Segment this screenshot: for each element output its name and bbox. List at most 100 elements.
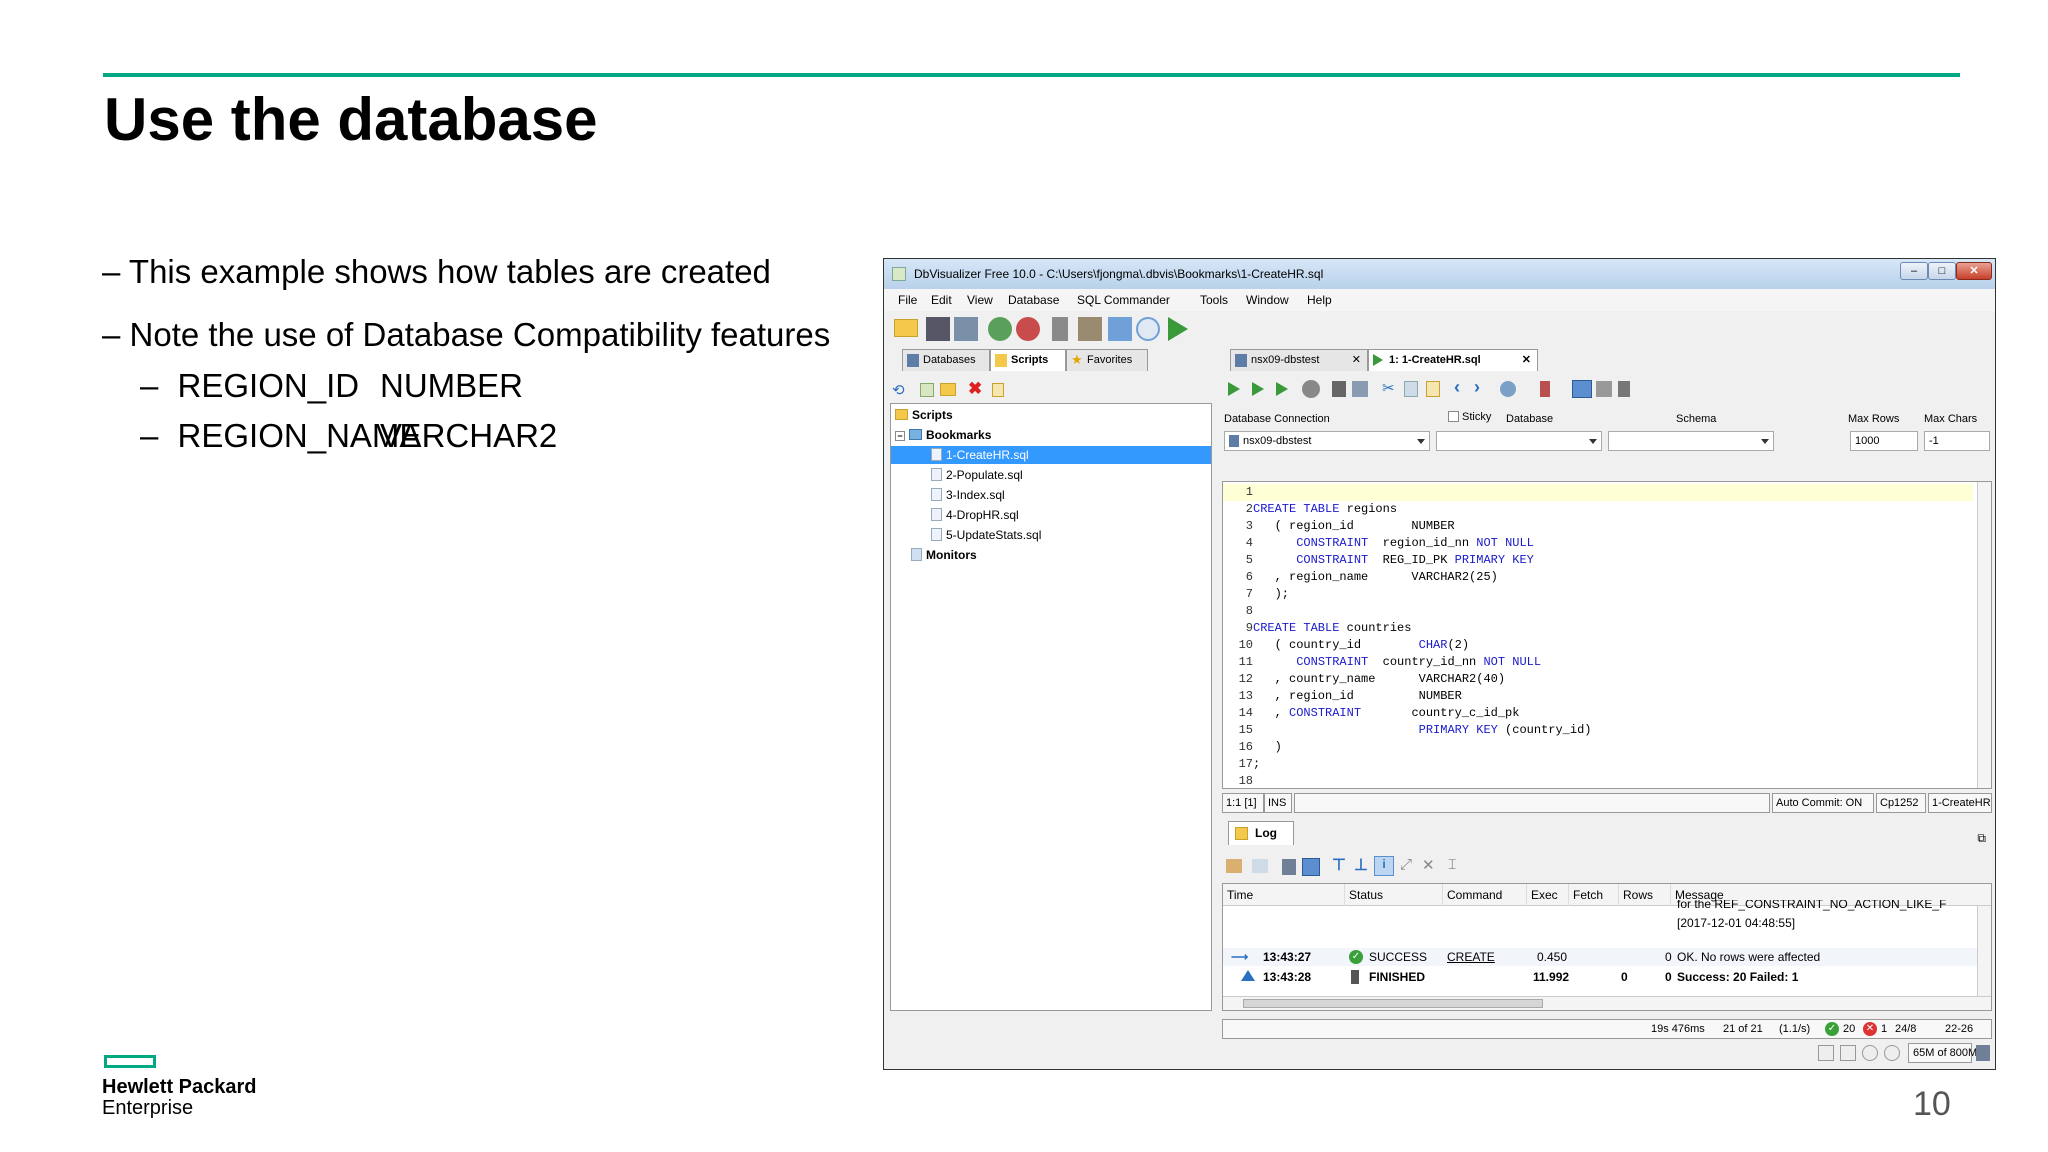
save-as-icon[interactable] — [1352, 381, 1368, 397]
menu-view[interactable]: View — [967, 293, 993, 307]
col-exec[interactable]: Exec — [1527, 884, 1569, 906]
forward-icon[interactable]: › — [1474, 377, 1480, 398]
minimize-icon[interactable]: – — [1900, 262, 1928, 280]
execute-current-icon[interactable] — [1252, 382, 1264, 396]
table-row[interactable]: 13:43:28 FINISHED 11.992 0 0 Success: 20… — [1223, 968, 1979, 986]
settings-icon[interactable] — [1500, 381, 1516, 397]
open-folder-icon[interactable] — [894, 319, 918, 337]
tab-scripts[interactable]: Scripts — [990, 349, 1066, 371]
info-icon[interactable]: i — [1374, 856, 1394, 876]
new-script-icon[interactable] — [920, 383, 934, 397]
col-command[interactable]: Command — [1443, 884, 1527, 906]
paste-icon[interactable] — [1426, 381, 1440, 397]
clear-log-icon[interactable] — [1302, 858, 1320, 876]
save-as-icon[interactable] — [954, 317, 978, 341]
collapse-all-icon[interactable]: ✕ — [1422, 856, 1435, 874]
max-chars-input[interactable]: -1 — [1924, 431, 1990, 451]
stop-icon[interactable] — [1302, 380, 1320, 398]
tab-favorites[interactable]: ★ Favorites — [1066, 349, 1148, 371]
tree-node-file-1[interactable]: 1-CreateHR.sql — [891, 446, 1211, 464]
tree-node-label: 2-Populate.sql — [946, 468, 1023, 482]
menu-database[interactable]: Database — [1008, 293, 1059, 307]
split-icon[interactable] — [1596, 381, 1612, 397]
table-row[interactable]: ⟶ 13:43:27 ✓ SUCCESS CREATE 0.450 0 OK. … — [1223, 948, 1979, 966]
editor-scrollbar[interactable] — [1977, 482, 1991, 788]
close-tab-icon[interactable]: ✕ — [1352, 350, 1361, 370]
panel-icon[interactable] — [1818, 1045, 1834, 1061]
garbage-collect-icon[interactable] — [1976, 1045, 1990, 1061]
sticky-checkbox[interactable]: Sticky — [1448, 411, 1491, 423]
menu-sql-commander[interactable]: SQL Commander — [1077, 293, 1170, 307]
tools-icon[interactable] — [1078, 317, 1102, 341]
filter-icon[interactable]: ⌶ — [1448, 856, 1456, 873]
execute-buffer-icon[interactable] — [1276, 382, 1288, 396]
tab-connection[interactable]: nsx09-dbstest ✕ — [1230, 349, 1368, 371]
line-number: 9 — [1245, 621, 1253, 635]
delete-icon[interactable]: ✖ — [968, 379, 982, 399]
grid-icon[interactable] — [1108, 317, 1132, 341]
restore-icon[interactable]: ⧉ — [1977, 831, 1986, 846]
col-rows[interactable]: Rows — [1619, 884, 1671, 906]
tree-node-file-4[interactable]: 4-DropHR.sql — [931, 506, 1019, 524]
cancel-icon[interactable] — [1884, 1045, 1900, 1061]
menu-file[interactable]: File — [898, 293, 917, 307]
scrollbar-thumb[interactable] — [1243, 999, 1543, 1008]
menu-tools[interactable]: Tools — [1200, 293, 1228, 307]
tree-node-file-5[interactable]: 5-UpdateStats.sql — [931, 526, 1041, 544]
log-hscrollbar[interactable] — [1223, 996, 1991, 1010]
save-icon[interactable] — [926, 317, 950, 341]
copy-icon[interactable] — [1404, 381, 1418, 397]
menu-help[interactable]: Help — [1307, 293, 1332, 307]
log-command-link[interactable]: CREATE — [1447, 950, 1495, 964]
tab-databases[interactable]: Databases — [902, 349, 990, 371]
sub-bullet-dash: – — [140, 417, 159, 454]
list-icon[interactable] — [1840, 1045, 1856, 1061]
new-folder-icon[interactable] — [940, 383, 956, 396]
document-icon[interactable] — [1052, 317, 1068, 341]
auto-commit-status[interactable]: Auto Commit: ON — [1772, 793, 1874, 813]
copy-icon[interactable] — [1252, 859, 1268, 873]
sync-icon[interactable] — [1862, 1045, 1878, 1061]
tree-node-monitors[interactable]: Monitors — [911, 546, 977, 564]
paste-icon[interactable] — [992, 383, 1004, 397]
menu-edit[interactable]: Edit — [931, 293, 952, 307]
maximize-icon[interactable]: □ — [1928, 262, 1956, 280]
col-status[interactable]: Status — [1345, 884, 1443, 906]
layout-icon[interactable] — [1572, 380, 1592, 398]
export-icon[interactable] — [1226, 859, 1242, 873]
db-connection-select[interactable]: nsx09-dbstest — [1224, 431, 1430, 451]
scroll-bottom-icon[interactable]: ⊥ — [1354, 855, 1368, 875]
trash-icon[interactable] — [1282, 859, 1296, 875]
sql-keyword: CONSTRAINT — [1296, 536, 1369, 550]
tab-sql-editor[interactable]: 1: 1-CreateHR.sql ✕ — [1368, 349, 1538, 371]
tree-node-bookmarks[interactable]: − Bookmarks — [895, 426, 991, 444]
log-vscrollbar[interactable] — [1977, 906, 1991, 998]
schema-select[interactable] — [1608, 431, 1774, 451]
collapse-icon[interactable]: − — [895, 431, 905, 441]
lock-icon[interactable] — [1618, 381, 1630, 397]
tree-node-file-2[interactable]: 2-Populate.sql — [931, 466, 1023, 484]
col-fetch[interactable]: Fetch — [1569, 884, 1619, 906]
max-rows-input[interactable]: 1000 — [1850, 431, 1918, 451]
expand-icon[interactable]: ⤢ — [1400, 856, 1412, 873]
tab-log[interactable]: Log — [1228, 821, 1294, 845]
tree-node-scripts[interactable]: Scripts — [895, 406, 953, 424]
back-icon[interactable]: ‹ — [1454, 377, 1460, 398]
close-tab-icon[interactable]: ✕ — [1522, 350, 1531, 370]
run-icon[interactable] — [1168, 317, 1188, 341]
menu-window[interactable]: Window — [1246, 293, 1289, 307]
format-icon[interactable] — [1540, 381, 1550, 397]
cut-icon[interactable]: ✂ — [1382, 379, 1395, 397]
disconnect-icon[interactable] — [1016, 317, 1040, 341]
execute-icon[interactable] — [1228, 382, 1240, 396]
database-select[interactable] — [1436, 431, 1602, 451]
close-icon[interactable]: ✕ — [1956, 262, 1992, 280]
sql-editor[interactable]: 1 2CREATE TABLE regions 3 ( region_id NUMB… — [1222, 481, 1992, 789]
clock-icon[interactable] — [1136, 317, 1160, 341]
save-icon[interactable] — [1332, 381, 1346, 397]
refresh-icon[interactable]: ⟲ — [892, 381, 905, 399]
connect-icon[interactable] — [988, 317, 1012, 341]
scroll-top-icon[interactable]: ⊤ — [1332, 855, 1346, 875]
tree-node-file-3[interactable]: 3-Index.sql — [931, 486, 1005, 504]
col-time[interactable]: Time — [1223, 884, 1345, 906]
